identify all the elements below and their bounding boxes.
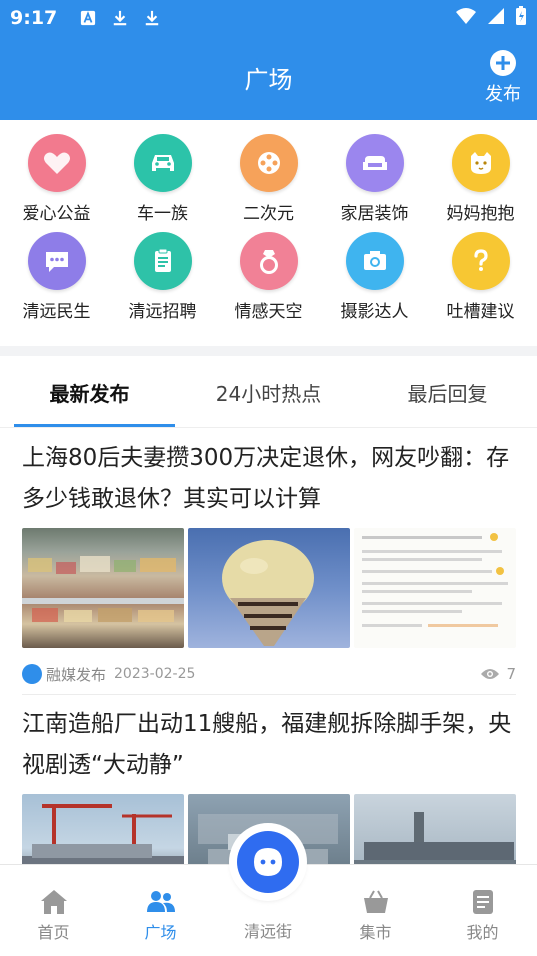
category-label: 二次元: [243, 204, 294, 224]
category-tucao-jianyi[interactable]: 吐槽建议: [427, 232, 534, 322]
category-sheying-daren[interactable]: 摄影达人: [321, 232, 428, 322]
post-meta: 融媒发布 2023-02-25 7: [22, 662, 516, 686]
feed-tabs: 最新发布 24小时热点 最后回复: [0, 356, 537, 428]
keyboard-icon: [79, 9, 97, 27]
battery-icon: [515, 6, 527, 30]
post-divider: [22, 694, 516, 695]
category-label: 清远招聘: [128, 302, 197, 322]
film-reel-icon: [239, 134, 298, 192]
nav-home[interactable]: 首页: [0, 887, 107, 943]
nav-market[interactable]: 集市: [322, 887, 429, 943]
category-qingyuan-zhaopin[interactable]: 清远招聘: [109, 232, 216, 322]
category-jiaju-zhuangshi[interactable]: 家居装饰: [321, 134, 428, 224]
nav-home-label: 首页: [37, 923, 70, 942]
download-icon: [111, 9, 129, 27]
category-label: 家居装饰: [340, 204, 409, 224]
profile-icon: [467, 887, 499, 917]
basket-icon: [360, 887, 392, 917]
post-image-screenshot[interactable]: [354, 528, 516, 648]
category-er-ci-yuan[interactable]: 二次元: [215, 134, 322, 224]
status-time: 9:17: [10, 7, 58, 29]
tab-last-reply[interactable]: 最后回复: [358, 356, 537, 427]
nav-street-label: 清远街: [243, 922, 292, 941]
question-icon: [451, 232, 510, 290]
category-label: 摄影达人: [340, 302, 409, 322]
home-icon: [38, 887, 70, 917]
mascot-icon: [237, 831, 299, 893]
post-image-icecream[interactable]: [188, 528, 350, 648]
eye-icon: [481, 669, 500, 679]
category-label: 情感天空: [234, 302, 303, 322]
source-logo-icon: [22, 664, 42, 684]
page-title: 广场: [244, 66, 293, 94]
category-che-yi-zu[interactable]: 车一族: [109, 134, 216, 224]
tab-latest[interactable]: 最新发布: [0, 356, 179, 427]
category-mama-baobao[interactable]: 妈妈抱抱: [427, 134, 534, 224]
tab-24h-hot[interactable]: 24小时热点: [179, 356, 358, 427]
post-source[interactable]: 融媒发布: [46, 664, 106, 685]
plus-icon: [490, 50, 516, 76]
app-header: 广场 发布: [0, 36, 537, 120]
download-icon-2: [143, 9, 161, 27]
category-label: 爱心公益: [22, 204, 91, 224]
post-title[interactable]: 江南造船厂出动11艘船，福建舰拆除脚手架，央视剧透“大动静”: [22, 704, 516, 786]
nav-market-label: 集市: [359, 923, 392, 942]
category-qingyuan-minsheng[interactable]: 清远民生: [3, 232, 110, 322]
sofa-icon: [345, 134, 404, 192]
post-image-market[interactable]: [22, 528, 184, 648]
category-label: 清远民生: [22, 302, 91, 322]
category-grid: 爱心公益 车一族 二次元 家居装饰 妈妈抱抱 清远民生 清远招聘 情感天空 摄影…: [0, 120, 537, 346]
nav-square-label: 广场: [144, 923, 177, 942]
post-title[interactable]: 上海80后夫妻攒300万决定退休，网友吵翻：存多少钱敢退休？其实可以计算: [22, 438, 516, 520]
category-label: 吐槽建议: [446, 302, 515, 322]
category-qinggan-tiankong[interactable]: 情感天空: [215, 232, 322, 322]
category-label: 妈妈抱抱: [446, 204, 515, 224]
cat-icon: [451, 134, 510, 192]
publish-button[interactable]: 发布: [483, 50, 523, 106]
nav-mine[interactable]: 我的: [429, 887, 536, 943]
section-divider: [0, 346, 537, 356]
camera-icon: [345, 232, 404, 290]
center-street-button[interactable]: [232, 826, 304, 898]
clipboard-icon: [133, 232, 192, 290]
car-icon: [133, 134, 192, 192]
chat-icon: [27, 232, 86, 290]
post-views: 7: [480, 665, 516, 683]
post-view-count: 7: [506, 665, 516, 683]
category-label: 车一族: [137, 204, 188, 224]
ring-icon: [239, 232, 298, 290]
wifi-icon: [455, 7, 477, 29]
post-date: 2023-02-25: [114, 666, 196, 682]
people-icon: [145, 887, 177, 917]
category-aixin-gongyi[interactable]: 爱心公益: [3, 134, 110, 224]
publish-label: 发布: [485, 84, 521, 105]
nav-square[interactable]: 广场: [107, 887, 214, 943]
status-bar: 9:17: [0, 0, 537, 36]
nav-mine-label: 我的: [466, 923, 499, 942]
feed-post[interactable]: 上海80后夫妻攒300万决定退休，网友吵翻：存多少钱敢退休？其实可以计算 融媒发…: [22, 438, 516, 686]
post-images: [22, 528, 516, 648]
heart-icon: [27, 134, 86, 192]
signal-icon: [487, 7, 505, 29]
